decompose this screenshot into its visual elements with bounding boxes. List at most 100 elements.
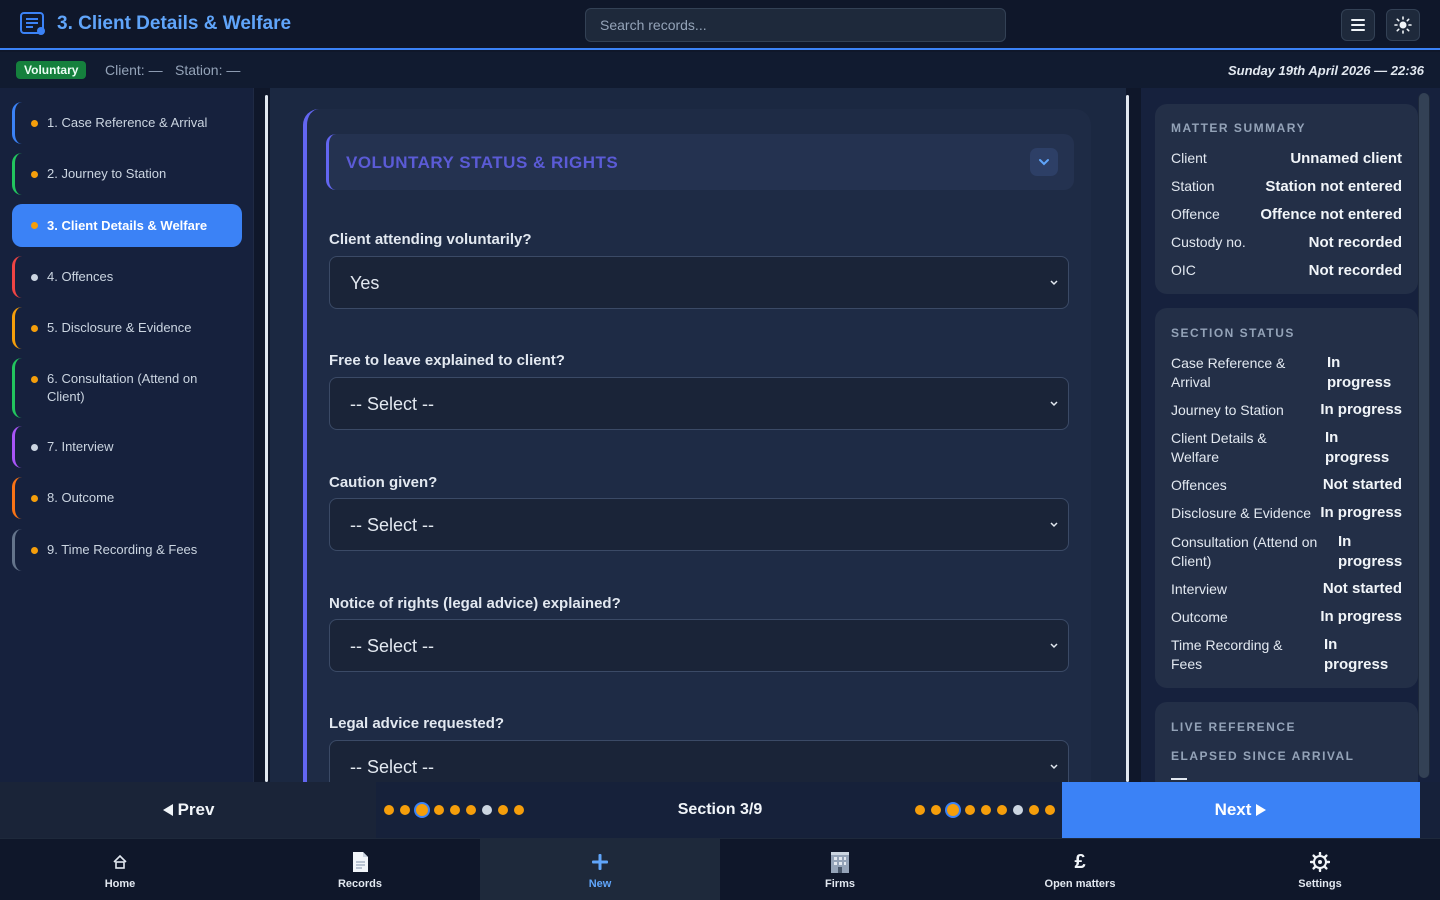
page-title: 3. Client Details & Welfare [57,13,292,34]
sidebar-item-label: 5. Disclosure & Evidence [47,320,192,335]
progress-dot-2[interactable] [931,805,941,815]
nav-firms[interactable]: Firms [720,839,960,900]
progress-dot-3[interactable] [947,804,959,816]
sidebar-item-label: 1. Case Reference & Arrival [47,115,208,130]
app-header: 3. Client Details & Welfare [0,0,1440,50]
bottom-navigation: Home Records New Firms £ Open matters Se… [0,838,1440,900]
progress-dot-8[interactable] [498,805,508,815]
progress-dot-7[interactable] [1013,805,1023,815]
summary-key: Custody no. [1171,234,1246,250]
form-document-icon[interactable] [20,12,47,36]
progress-dots-left [384,804,524,816]
nav-label: Settings [1298,878,1342,890]
progress-dot-4[interactable] [434,805,444,815]
progress-dot-6[interactable] [466,805,476,815]
progress-dot-5[interactable] [450,805,460,815]
sidebar-item-case-reference[interactable]: 1. Case Reference & Arrival [12,102,242,144]
menu-button[interactable] [1341,9,1375,41]
summary-key: Client [1171,150,1207,166]
next-button[interactable]: Next [1062,782,1420,838]
form-card: VOLUNTARY STATUS & RIGHTS Client attendi… [303,109,1091,782]
chevron-down-icon [1050,522,1058,528]
elapsed-label: ELAPSED SINCE ARRIVAL [1171,749,1355,763]
progress-dot-1[interactable] [384,805,394,815]
notice-of-rights-select[interactable]: -- Select -- [329,619,1069,672]
status-value: In progress [1320,401,1402,418]
status-dot [31,119,38,127]
sidebar-item-interview[interactable]: 7. Interview [12,426,242,468]
document-icon [353,852,368,872]
status-badge: Voluntary [16,61,87,79]
card-title: LIVE REFERENCE [1171,720,1297,734]
progress-dot-1[interactable] [915,805,925,815]
progress-dot-9[interactable] [514,805,524,815]
progress-dot-4[interactable] [965,805,975,815]
caution-given-select[interactable]: -- Select -- [329,498,1069,551]
summary-value: Not recorded [1308,262,1402,279]
status-dot [31,546,38,554]
chevron-down-icon [1050,280,1058,286]
progress-dot-2[interactable] [400,805,410,815]
nav-label: Firms [825,878,855,890]
field-label: Legal advice requested? [329,715,505,732]
nav-open-matters[interactable]: £ Open matters [960,839,1200,900]
sidebar-item-label: 7. Interview [47,439,114,454]
status-key: Offences [1171,477,1227,493]
status-key: Case Reference & Arrival [1171,355,1286,390]
sidebar-item-client-details[interactable]: 3. Client Details & Welfare [12,204,242,247]
section-header[interactable]: VOLUNTARY STATUS & RIGHTS [326,134,1074,190]
sidebar-item-outcome[interactable]: 8. Outcome [12,477,242,519]
field-label: Free to leave explained to client? [329,352,565,369]
prev-label: Prev [177,800,215,819]
summary-value: Station not entered [1265,178,1402,195]
nav-records[interactable]: Records [240,839,480,900]
field-label: Client attending voluntarily? [329,231,532,248]
sidebar-item-disclosure[interactable]: 5. Disclosure & Evidence [12,307,242,349]
main-scroll-track[interactable] [1126,95,1129,782]
nav-new[interactable]: New [480,839,720,900]
status-key: Disclosure & Evidence [1171,505,1312,521]
right-panel: MATTER SUMMARY Client Unnamed client Sta… [1141,88,1440,792]
nav-label: Open matters [1044,878,1116,890]
status-dot [31,494,38,502]
live-reference-card: LIVE REFERENCE ELAPSED SINCE ARRIVAL [1155,702,1418,792]
progress-dot-5[interactable] [981,805,991,815]
search-input[interactable] [585,8,1006,42]
select-value: Yes [350,273,380,293]
status-dot [31,324,38,332]
progress-dot-6[interactable] [997,805,1007,815]
sidebar-item-consultation[interactable]: 6. Consultation (Attend on Client) [12,358,242,418]
sidebar-item-time-recording[interactable]: 9. Time Recording & Fees [12,529,242,571]
right-panel-scrollbar[interactable] [1418,93,1430,778]
summary-value: Not recorded [1308,234,1402,251]
nav-settings[interactable]: Settings [1200,839,1440,900]
sidebar-scroll-track[interactable] [265,95,268,782]
sidebar-item-label: 9. Time Recording & Fees [47,542,198,557]
progress-dot-3[interactable] [416,804,428,816]
summary-key: Offence [1171,206,1220,222]
theme-toggle-button[interactable] [1386,9,1420,41]
sidebar-item-journey[interactable]: 2. Journey to Station [12,153,242,195]
status-key: Consultation (Attend on Client) [1171,534,1318,569]
status-value: In progress [1324,636,1389,673]
station-indicator: Station: — [175,62,241,78]
field-label: Notice of rights (legal advice) explaine… [329,595,621,612]
free-to-leave-select[interactable]: -- Select -- [329,377,1069,430]
progress-dot-9[interactable] [1045,805,1055,815]
sidebar-item-offences[interactable]: 4. Offences [12,256,242,298]
matter-summary-card: MATTER SUMMARY Client Unnamed client Sta… [1155,104,1418,294]
nav-home[interactable]: Home [0,839,240,900]
status-key: Journey to Station [1171,402,1284,418]
attending-voluntarily-select[interactable]: Yes [329,256,1069,309]
home-icon [113,854,127,869]
chevron-down-icon [1050,401,1058,407]
progress-dot-7[interactable] [482,805,492,815]
status-bar: Voluntary Client: — Station: — Sunday 19… [0,52,1440,88]
legal-advice-requested-select[interactable]: -- Select -- [329,740,1069,782]
status-dot [31,222,38,229]
sidebar-item-label: 2. Journey to Station [47,166,167,181]
sidebar-item-label: 8. Outcome [47,490,115,505]
progress-dot-8[interactable] [1029,805,1039,815]
collapse-button[interactable] [1030,148,1058,176]
prev-button[interactable]: Prev [0,782,376,838]
